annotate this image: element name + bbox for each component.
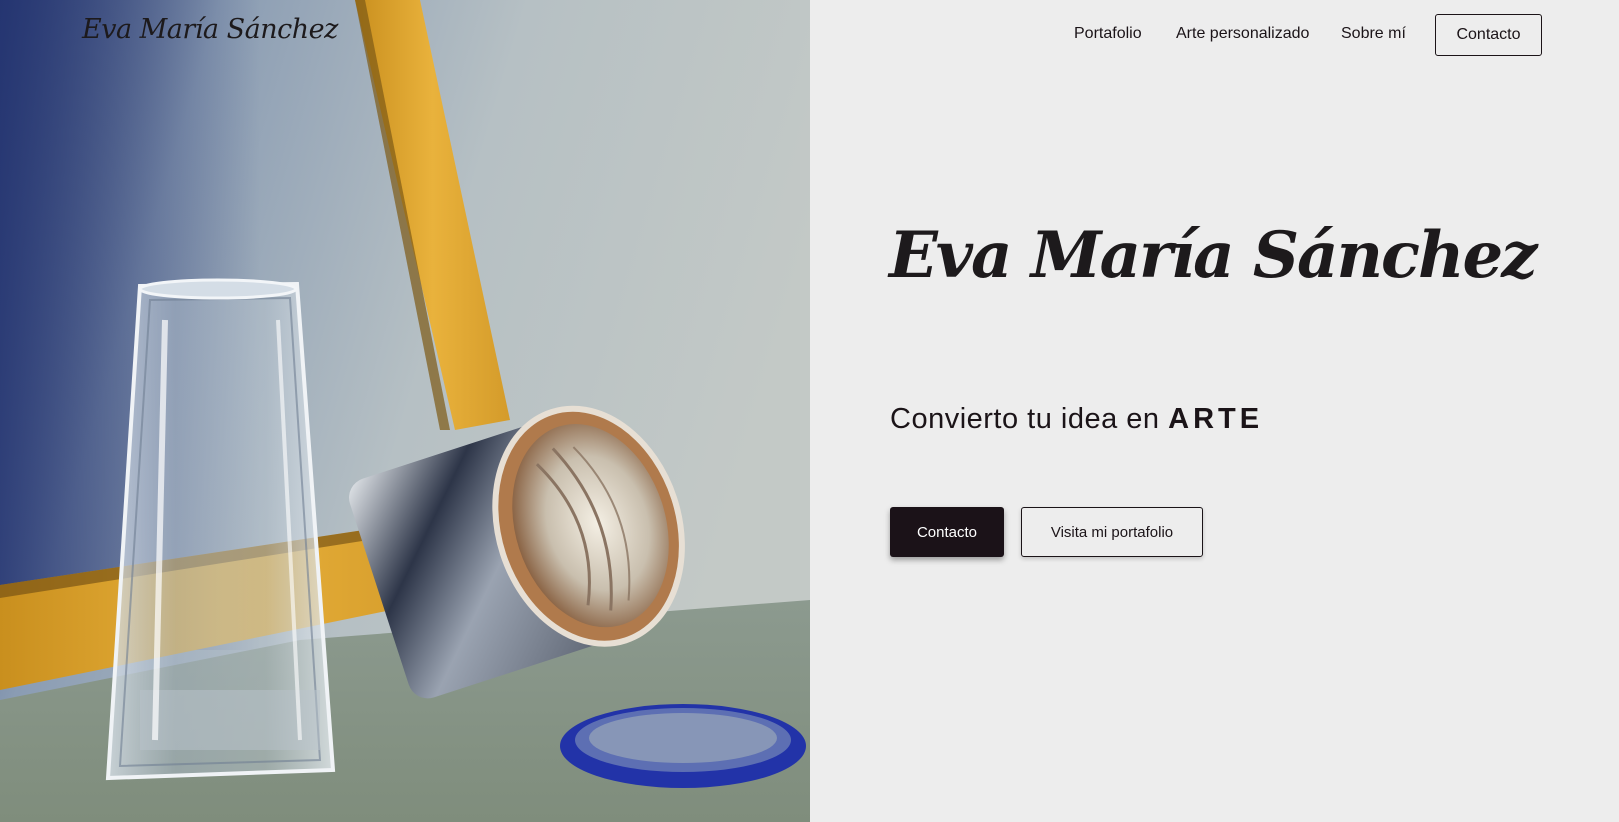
tagline-emphasis: ARTE xyxy=(1168,403,1264,435)
hero-tagline: Convierto tu idea en ARTE xyxy=(890,403,1263,436)
hero-painting xyxy=(0,0,810,822)
tagline-text: Convierto tu idea en xyxy=(890,403,1169,435)
nav-sobre-mi[interactable]: Sobre mí xyxy=(1341,25,1406,43)
contact-button[interactable]: Contacto xyxy=(890,507,1004,557)
portfolio-button[interactable]: Visita mi portafolio xyxy=(1021,507,1203,557)
nav-portafolio[interactable]: Portafolio xyxy=(1074,25,1142,43)
site-logo[interactable]: Eva María Sánchez xyxy=(82,14,338,45)
nav-contact-button[interactable]: Contacto xyxy=(1435,14,1542,56)
nav-arte-personalizado[interactable]: Arte personalizado xyxy=(1176,25,1309,43)
hero-title: Eva María Sánchez xyxy=(889,218,1538,293)
main-nav: Portafolio Arte personalizado Sobre mí C… xyxy=(810,14,1619,56)
